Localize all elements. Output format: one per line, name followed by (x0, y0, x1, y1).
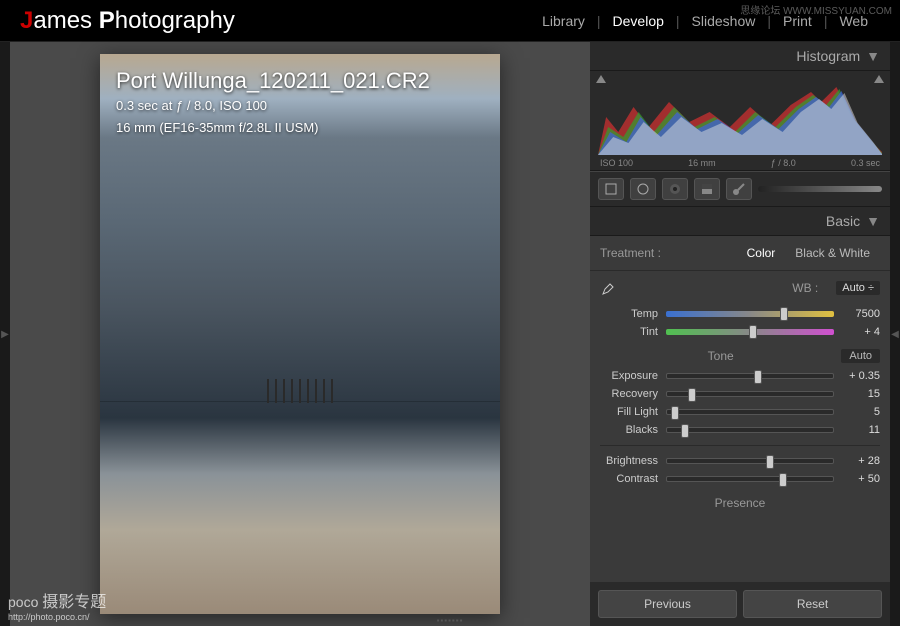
fill-track[interactable] (666, 409, 834, 415)
exposure-thumb[interactable] (754, 370, 762, 384)
blacks-value[interactable]: 11 (842, 424, 880, 436)
presence-section: Presence (590, 488, 890, 514)
nav-library[interactable]: Library (530, 13, 597, 29)
recovery-slider: Recovery 15 (590, 385, 890, 403)
histogram-exif-strip: ISO 100 16 mm ƒ / 8.0 0.3 sec (598, 158, 882, 170)
recovery-thumb[interactable] (688, 388, 696, 402)
brightness-track[interactable] (666, 458, 834, 464)
treatment-bw[interactable]: Black & White (785, 244, 880, 262)
nav-develop[interactable]: Develop (601, 13, 676, 29)
photo-info-overlay: Port Willunga_120211_021.CR2 0.3 sec at … (100, 54, 500, 151)
blacks-slider: Blacks 11 (590, 421, 890, 439)
eyedropper-icon[interactable] (600, 279, 618, 297)
exposure-slider: Exposure + 0.35 (590, 367, 890, 385)
tool-strip (590, 171, 890, 207)
crop-tool[interactable] (598, 178, 624, 200)
watermark-bottom-left: poco 摄影专题 http://photo.poco.cn/ (8, 588, 106, 622)
brightness-thumb[interactable] (766, 455, 774, 469)
tool-grad-strip (758, 186, 882, 192)
exposure-track[interactable] (666, 373, 834, 379)
tint-thumb[interactable] (749, 325, 757, 339)
recovery-track[interactable] (666, 391, 834, 397)
highlight-clip-indicator[interactable] (874, 75, 884, 83)
contrast-thumb[interactable] (779, 473, 787, 487)
wb-preset-select[interactable]: Auto ÷ (836, 281, 880, 295)
fill-light-slider: Fill Light 5 (590, 403, 890, 421)
filmstrip-toggle[interactable]: ▪▪▪▪▪▪▪ (437, 616, 464, 625)
auto-tone-button[interactable]: Auto (841, 349, 880, 363)
tint-track[interactable] (666, 329, 834, 335)
chevron-left-icon: ◀ (891, 329, 899, 340)
fill-value[interactable]: 5 (842, 406, 880, 418)
watermark-top-right: 思缘论坛 WWW.MISSYUAN.COM (740, 2, 892, 17)
histogram[interactable]: ISO 100 16 mm ƒ / 8.0 0.3 sec (590, 71, 890, 171)
tone-section: Tone Auto (590, 341, 890, 367)
brand-logo: James Photography (20, 7, 235, 35)
treatment-color[interactable]: Color (737, 244, 786, 262)
brightness-value[interactable]: + 28 (842, 455, 880, 467)
fill-thumb[interactable] (671, 406, 679, 420)
temp-value[interactable]: 7500 (842, 308, 880, 320)
contrast-value[interactable]: + 50 (842, 473, 880, 485)
wb-row: WB : Auto ÷ (590, 271, 890, 305)
brightness-slider: Brightness + 28 (590, 452, 890, 470)
basic-header[interactable]: Basic▼ (590, 207, 890, 236)
chevron-down-icon: ▼ (866, 213, 880, 229)
tint-slider: Tint + 4 (590, 323, 890, 341)
photo-preview[interactable]: Port Willunga_120211_021.CR2 0.3 sec at … (100, 54, 500, 614)
treatment-row: Treatment : Color Black & White (590, 236, 890, 271)
previous-button[interactable]: Previous (598, 590, 737, 618)
tint-value[interactable]: + 4 (842, 326, 880, 338)
basic-panel: Treatment : Color Black & White WB : Aut… (590, 236, 890, 514)
chevron-down-icon: ▼ (866, 48, 880, 64)
brush-tool[interactable] (726, 178, 752, 200)
main: ▶ Port Willunga_120211_021.CR2 0.3 sec a… (0, 42, 900, 626)
exposure-value[interactable]: + 0.35 (842, 370, 880, 382)
recovery-value[interactable]: 15 (842, 388, 880, 400)
redeye-tool[interactable] (662, 178, 688, 200)
grad-filter-tool[interactable] (694, 178, 720, 200)
temp-thumb[interactable] (780, 307, 788, 321)
spot-tool[interactable] (630, 178, 656, 200)
contrast-track[interactable] (666, 476, 834, 482)
histogram-header[interactable]: Histogram▼ (590, 42, 890, 71)
right-panel-toggle[interactable]: ◀ (890, 42, 900, 626)
temp-track[interactable] (666, 311, 834, 317)
photo-lens-meta: 16 mm (EF16-35mm f/2.8L II USM) (116, 118, 484, 138)
right-panel: Histogram▼ ISO 100 16 mm ƒ / 8.0 0.3 sec (590, 42, 890, 626)
shadow-clip-indicator[interactable] (596, 75, 606, 83)
blacks-thumb[interactable] (681, 424, 689, 438)
blacks-track[interactable] (666, 427, 834, 433)
reset-button[interactable]: Reset (743, 590, 882, 618)
temp-slider: Temp 7500 (590, 305, 890, 323)
contrast-slider: Contrast + 50 (590, 470, 890, 488)
panel-footer: Previous Reset (590, 582, 890, 626)
left-panel-toggle[interactable]: ▶ (0, 42, 10, 626)
photo-filename: Port Willunga_120211_021.CR2 (116, 68, 484, 94)
chevron-right-icon: ▶ (1, 329, 9, 340)
photo-exposure-meta: 0.3 sec at ƒ / 8.0, ISO 100 (116, 96, 484, 116)
canvas-area: Port Willunga_120211_021.CR2 0.3 sec at … (10, 42, 590, 626)
